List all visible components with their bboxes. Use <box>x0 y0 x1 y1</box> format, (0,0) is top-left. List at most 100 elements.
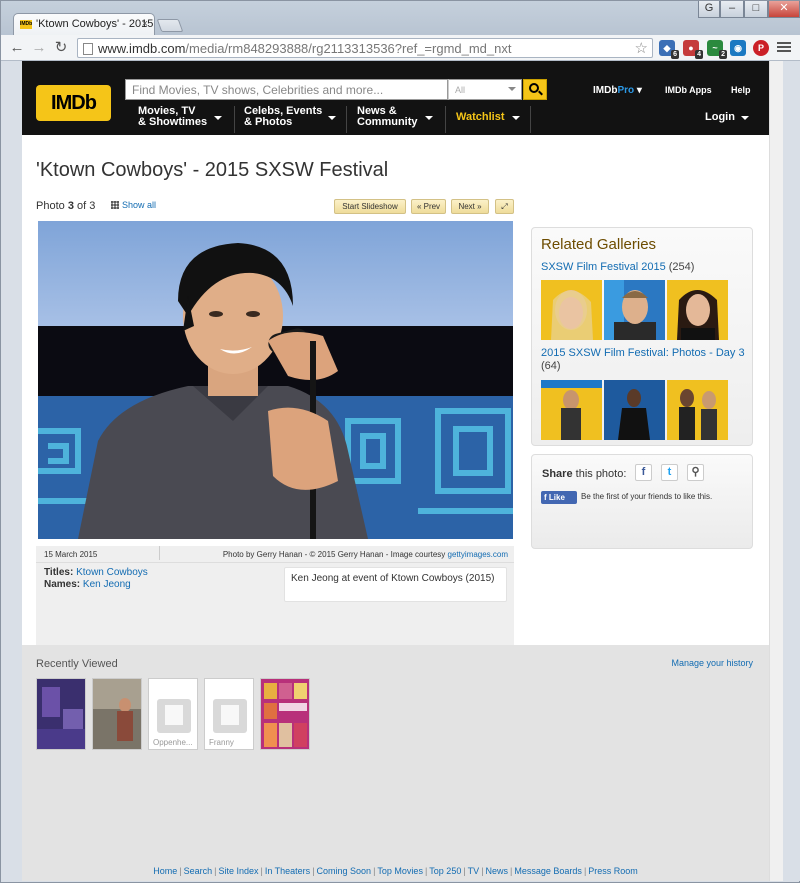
link-share-icon[interactable]: ⚲ <box>687 464 704 481</box>
recently-viewed-item[interactable] <box>36 678 86 750</box>
footer-link-in-theaters[interactable]: In Theaters <box>265 866 310 876</box>
tab-title: 'Ktown Cowboys' - 2015 S <box>36 18 155 30</box>
main-content: 'Ktown Cowboys' - 2015 SXSW Festival Pho… <box>22 135 769 687</box>
recently-viewed-item[interactable] <box>260 678 310 750</box>
film-placeholder-icon <box>213 699 247 733</box>
gallery-thumb[interactable] <box>667 280 728 340</box>
chevron-down-icon <box>328 116 336 124</box>
photo-credit-row: 15 March 2015 Photo by Gerry Hanan - © 2… <box>36 546 514 563</box>
footer-link-search[interactable]: Search <box>184 866 213 876</box>
footer-link-top-250[interactable]: Top 250 <box>429 866 461 876</box>
activity-extension-icon[interactable]: ~2 <box>707 40 727 59</box>
facebook-icon: f <box>544 493 547 502</box>
gallery-link-sxsw-2015[interactable]: SXSW Film Festival 2015 (254) <box>541 261 745 274</box>
browser-window: IMDb 'Ktown Cowboys' - 2015 S × G – □ ✕ … <box>0 0 800 883</box>
back-arrow-icon[interactable]: ← <box>7 39 27 57</box>
title-link-ktown-cowboys[interactable]: Ktown Cowboys <box>76 567 148 578</box>
start-slideshow-button[interactable]: Start Slideshow <box>334 199 406 214</box>
help-link[interactable]: Help <box>731 85 751 95</box>
photo-caption: Ken Jeong at event of Ktown Cowboys (201… <box>284 567 507 602</box>
page-title: 'Ktown Cowboys' - 2015 SXSW Festival <box>36 159 389 181</box>
footer-link-tv[interactable]: TV <box>468 866 480 876</box>
extension-badge: 6 <box>671 50 679 59</box>
camera-extension-icon[interactable]: ◉ <box>730 40 746 56</box>
address-bar[interactable]: www.imdb.com/media/rm848293888/rg2113313… <box>77 38 653 58</box>
titles-label: Titles: <box>44 567 74 578</box>
pinterest-icon[interactable]: P <box>753 40 769 56</box>
prev-button[interactable]: « Prev <box>411 199 446 214</box>
close-tab-icon[interactable]: × <box>142 18 148 30</box>
chevron-down-icon <box>512 116 520 124</box>
footer-link-top-movies[interactable]: Top Movies <box>377 866 423 876</box>
recently-viewed-item[interactable]: Oppenhe... <box>148 678 198 750</box>
imdb-apps-link[interactable]: IMDb Apps <box>665 85 712 95</box>
url-host: www.imdb.com <box>98 41 186 56</box>
nav-movies-tv[interactable]: Movies, TV & Showtimes <box>138 106 228 133</box>
forward-arrow-icon[interactable]: → <box>29 39 49 57</box>
fullscreen-button[interactable]: ⤢ <box>495 199 514 214</box>
search-button[interactable] <box>523 79 547 100</box>
chevron-down-icon <box>741 116 749 124</box>
minimize-icon[interactable]: – <box>720 1 744 18</box>
recently-viewed-item[interactable]: Franny <box>204 678 254 750</box>
reload-icon[interactable]: ↻ <box>51 39 71 57</box>
gettyimages-link[interactable]: gettyimages.com <box>448 550 508 559</box>
recently-viewed-title: Recently Viewed <box>36 658 118 670</box>
footer-link-news[interactable]: News <box>486 866 509 876</box>
window-frame-left <box>1 61 22 881</box>
expand-icon: ⤢ <box>501 202 508 211</box>
footer-link-message-boards[interactable]: Message Boards <box>514 866 582 876</box>
imdb-logo[interactable]: IMDb <box>36 85 111 121</box>
bookmark-star-icon[interactable]: ☆ <box>635 39 648 57</box>
recently-viewed-item[interactable] <box>92 678 142 750</box>
next-button[interactable]: Next » <box>451 199 489 214</box>
name-link-ken-jeong[interactable]: Ken Jeong <box>83 579 131 590</box>
vertical-scrollbar[interactable] <box>769 61 783 881</box>
shield-extension-icon[interactable]: ◆ 6 <box>659 40 679 59</box>
url-path: /media/rm848293888/rg2113313536?ref_=rgm… <box>185 41 512 56</box>
footer-links: Home | Search | Site Index | In Theaters | Comin… <box>153 866 638 876</box>
search-category-select[interactable]: All <box>448 79 522 100</box>
address-toolbar: ← → ↻ www.imdb.com/media/rm848293888/rg2… <box>1 35 800 61</box>
footer-link-press-room[interactable]: Press Room <box>588 866 638 876</box>
manage-history-link[interactable]: Manage your history <box>671 658 753 668</box>
gallery-link-sxsw-day-3[interactable]: 2015 SXSW Film Festival: Photos - Day 3 … <box>541 347 745 373</box>
imdbpro-link[interactable]: IMDbPro ▾ <box>593 85 642 96</box>
nav-news-community[interactable]: News & Community <box>357 106 439 133</box>
browser-tab[interactable]: IMDb 'Ktown Cowboys' - 2015 S × <box>13 13 155 36</box>
gallery-thumb[interactable] <box>541 380 602 440</box>
related-galleries-panel: Related Galleries SXSW Film Festival 201… <box>531 227 753 446</box>
facebook-like-button[interactable]: f Like <box>541 491 577 504</box>
imdb-favicon: IMDb <box>20 20 33 29</box>
chevron-down-icon <box>214 116 222 124</box>
photo-date: 15 March 2015 <box>44 550 98 559</box>
close-window-icon[interactable]: ✕ <box>768 1 800 18</box>
twitter-share-icon[interactable]: t <box>661 464 678 481</box>
footer-link-coming-soon[interactable]: Coming Soon <box>317 866 372 876</box>
show-all-link[interactable]: Show all <box>111 200 156 210</box>
footer-link-site-index[interactable]: Site Index <box>218 866 258 876</box>
gallery-thumb[interactable] <box>604 380 665 440</box>
maximize-icon[interactable]: □ <box>744 1 768 18</box>
facebook-share-icon[interactable]: f <box>635 464 652 481</box>
nav-celebs-events[interactable]: Celebs, Events & Photos <box>244 106 340 133</box>
main-photo <box>38 221 513 539</box>
photo-illustration <box>38 221 513 539</box>
search-input[interactable]: Find Movies, TV shows, Celebrities and m… <box>125 79 448 100</box>
user-profile-button[interactable]: G <box>698 1 720 18</box>
footer-link-home[interactable]: Home <box>153 866 177 876</box>
gallery-thumb[interactable] <box>667 380 728 440</box>
names-label: Names: <box>44 579 81 590</box>
browser-menu-icon[interactable] <box>777 40 791 54</box>
facebook-like-text: Be the first of your friends to like thi… <box>581 492 713 501</box>
gallery-thumb[interactable] <box>541 280 602 340</box>
photo-counter-top: Photo 3 of 3 <box>36 200 96 212</box>
gallery-thumb[interactable] <box>604 280 665 340</box>
photo-tags: Titles: Ktown Cowboys Names: Ken Jeong <box>44 567 148 591</box>
blocker-extension-icon[interactable]: ● 4 <box>683 40 703 59</box>
page-viewport: IMDb Find Movies, TV shows, Celebrities … <box>22 61 769 881</box>
chevron-down-icon <box>425 116 433 124</box>
new-tab-button[interactable] <box>156 19 184 32</box>
share-panel: Share this photo: f t ⚲ f Like Be the fi… <box>531 454 753 549</box>
photo-credit: Photo by Gerry Hanan - © 2015 Gerry Hana… <box>222 550 508 559</box>
